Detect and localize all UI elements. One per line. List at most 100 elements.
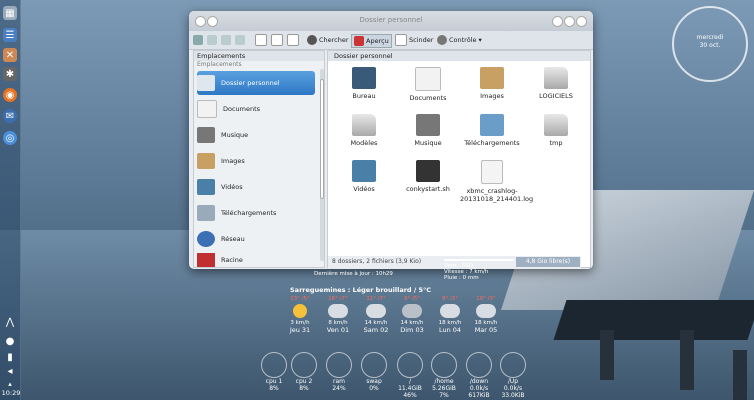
icon-view-button[interactable]	[255, 34, 267, 46]
system-menu-icon[interactable]: ☰	[3, 28, 17, 42]
volume-slider[interactable]	[444, 259, 514, 261]
weather-day: 9° /3° 18 km/h Lun 04	[438, 296, 462, 334]
calendar-date: 30 oct.	[699, 42, 721, 49]
file-item[interactable]: Documents	[396, 67, 460, 102]
control-button[interactable]: Contrôle ▾	[437, 34, 482, 46]
place-network[interactable]: Réseau	[197, 227, 315, 251]
pier-post	[733, 350, 747, 400]
sun-icon	[293, 304, 307, 318]
cpu1-gauge	[261, 352, 287, 378]
rain-amount: Pluie : 0 mm	[444, 275, 479, 281]
split-button[interactable]: Scinder	[395, 34, 433, 46]
forward-arrow-icon	[221, 35, 231, 45]
icon-view-icon	[255, 34, 267, 46]
up-button[interactable]	[235, 34, 245, 46]
file-item[interactable]: Vidéos	[332, 160, 396, 193]
gear-icon	[437, 35, 447, 45]
browser-icon[interactable]: ◎	[3, 131, 17, 145]
rain-cloud-icon	[402, 304, 422, 318]
file-view: Dossier personnel Bureau Documents Image…	[327, 50, 591, 268]
dashboard-icon[interactable]: ▦	[3, 6, 17, 20]
details-view-icon	[271, 34, 283, 46]
preview-button[interactable]: Aperçu	[351, 34, 392, 48]
root-disk-gauge	[397, 352, 423, 378]
back-arrow-icon	[207, 35, 217, 45]
ram-gauge	[326, 352, 352, 378]
weather-day: 13° /5° 3 km/h Jeu 31	[289, 296, 311, 334]
places-panel: Emplacements Emplacements Dossier person…	[193, 50, 325, 268]
cloud-icon	[328, 304, 348, 318]
home-disk-label: /home 5.26GiB 7%	[432, 378, 456, 399]
places-scrollbar[interactable]	[320, 69, 324, 261]
title-bar[interactable]: Dossier personnel	[189, 11, 593, 31]
file-item[interactable]: Bureau	[332, 67, 396, 100]
swap-label: swap 0%	[366, 378, 382, 392]
music-icon	[197, 127, 215, 143]
file-item[interactable]: Images	[460, 67, 524, 100]
folder-icon	[544, 67, 568, 89]
file-item[interactable]: Téléchargements	[460, 114, 524, 147]
upload-label: /Up 0.0k/s 33.0KiB	[501, 378, 525, 399]
left-panel: ▦ ☰ ✕ ✱ ◉ ✉ ◎ ⋀ ● ▮ ◂ ▴ 10:29	[0, 0, 21, 400]
minimize-button[interactable]	[552, 16, 563, 27]
thunderbird-icon[interactable]: ✉	[3, 109, 17, 123]
home-folder-icon	[197, 75, 215, 91]
file-manager-window: Dossier personnel Chercher Aperçu Scinde…	[189, 11, 593, 269]
weather-day: 11° /7° 14 km/h Sam 02	[363, 296, 389, 334]
downloads-folder-icon	[480, 114, 504, 136]
details-view-button[interactable]	[271, 34, 283, 46]
videos-folder-icon	[352, 160, 376, 182]
file-item[interactable]: conkystart.sh	[396, 160, 460, 193]
settings-icon[interactable]: ✱	[3, 67, 17, 81]
place-documents[interactable]: Documents	[197, 97, 315, 121]
calendar-day-name: mercredi	[696, 34, 724, 41]
back-button[interactable]	[207, 34, 217, 46]
cloud-icon	[440, 304, 460, 318]
home-button[interactable]	[193, 34, 203, 46]
file-item[interactable]: LOGICIELS	[524, 67, 588, 100]
templates-folder-icon	[352, 114, 376, 136]
pier-post	[680, 330, 694, 390]
calendar-widget[interactable]: mercredi 30 oct.	[672, 6, 748, 82]
documents-icon	[197, 100, 217, 118]
script-file-icon	[416, 160, 440, 182]
cloud-icon	[366, 304, 386, 318]
firefox-icon[interactable]: ◉	[3, 88, 17, 102]
place-videos[interactable]: Vidéos	[197, 175, 315, 199]
pier-post	[600, 330, 614, 380]
log-file-icon	[481, 160, 503, 184]
places-header: Emplacements	[194, 51, 324, 61]
music-folder-icon	[416, 114, 440, 136]
file-item[interactable]: Modèles	[332, 114, 396, 147]
place-root[interactable]: Racine	[197, 253, 315, 267]
upload-gauge	[500, 352, 526, 378]
documents-folder-icon	[415, 67, 441, 91]
search-button[interactable]: Chercher	[307, 34, 349, 46]
file-item[interactable]: Musique	[396, 114, 460, 147]
user-icon[interactable]: ●	[3, 334, 17, 348]
battery-icon[interactable]: ▮	[3, 350, 17, 364]
videos-icon	[197, 179, 215, 195]
background-pier-side	[553, 300, 754, 340]
up-arrow-icon	[235, 35, 245, 45]
place-music[interactable]: Musique	[197, 123, 315, 147]
network-icon[interactable]: ⋀	[3, 315, 17, 329]
downloads-icon	[197, 205, 215, 221]
file-item[interactable]: xbmc_crashlog-20131018_214401.log	[460, 160, 533, 203]
file-view-header: Dossier personnel	[328, 51, 590, 61]
cloud-icon	[476, 304, 496, 318]
toolbar: Chercher Aperçu Scinder Contrôle ▾	[189, 31, 593, 50]
clock[interactable]: 10:29	[1, 389, 21, 397]
maximize-button[interactable]	[564, 16, 575, 27]
tools-icon[interactable]: ✕	[3, 48, 17, 62]
place-images[interactable]: Images	[197, 149, 315, 173]
columns-view-button[interactable]	[287, 34, 299, 46]
volume-icon[interactable]: ◂	[3, 364, 17, 378]
file-item[interactable]: tmp	[524, 114, 588, 147]
places-scrollbar-thumb[interactable]	[320, 79, 324, 199]
desktop-folder-icon	[352, 67, 376, 89]
forward-button[interactable]	[221, 34, 231, 46]
place-downloads[interactable]: Téléchargements	[197, 201, 315, 225]
close-button[interactable]	[576, 16, 587, 27]
place-home[interactable]: Dossier personnel	[197, 71, 315, 95]
